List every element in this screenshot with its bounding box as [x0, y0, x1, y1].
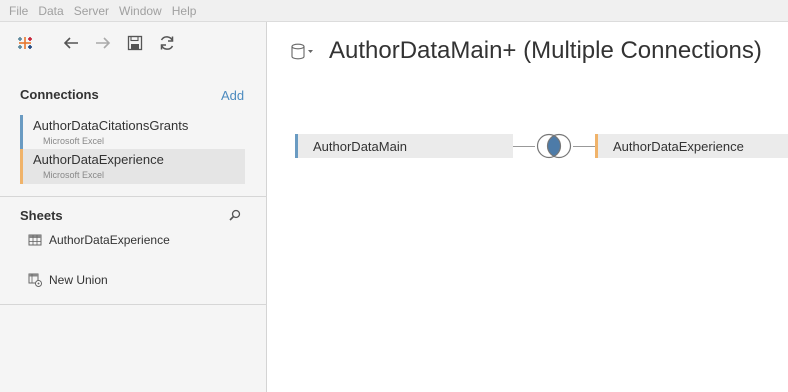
divider: [0, 304, 267, 305]
table-label: AuthorDataExperience: [613, 139, 744, 154]
union-icon: [28, 273, 42, 287]
table-color-bar: [295, 134, 298, 158]
connection-type: Microsoft Excel: [43, 136, 105, 146]
sheet-label: AuthorDataExperience: [49, 233, 170, 247]
back-arrow-icon[interactable]: [60, 32, 82, 54]
menu-help[interactable]: Help: [167, 0, 202, 22]
sheets-header: Sheets: [20, 208, 63, 223]
new-union-item[interactable]: New Union: [28, 271, 108, 289]
join-connector-line: [513, 146, 535, 147]
refresh-icon[interactable]: [156, 32, 178, 54]
add-connection-link[interactable]: Add: [221, 88, 244, 103]
connection-color-bar: [20, 115, 23, 150]
connection-name: AuthorDataExperience: [33, 152, 164, 167]
menu-window[interactable]: Window: [114, 0, 167, 22]
forward-arrow-icon[interactable]: [92, 32, 114, 54]
connections-header: Connections: [20, 87, 99, 102]
sheet-label: New Union: [49, 273, 108, 287]
search-icon[interactable]: [228, 208, 242, 222]
menu-file[interactable]: File: [4, 0, 33, 22]
tableau-logo-icon[interactable]: [14, 32, 36, 54]
connection-color-bar: [20, 149, 23, 184]
right-table-pill[interactable]: AuthorDataExperience: [595, 134, 788, 158]
menu-bar: File Data Server Window Help: [0, 0, 788, 22]
database-dropdown-icon[interactable]: [290, 42, 316, 62]
left-table-pill[interactable]: AuthorDataMain: [295, 134, 513, 158]
sheet-item[interactable]: AuthorDataExperience: [28, 231, 170, 249]
sheet-table-icon: [28, 233, 42, 247]
connection-item-selected[interactable]: AuthorDataExperience Microsoft Excel: [20, 149, 245, 184]
table-label: AuthorDataMain: [313, 139, 407, 154]
divider: [0, 196, 267, 197]
connection-name: AuthorDataCitationsGrants: [33, 118, 189, 133]
save-icon[interactable]: [124, 32, 146, 54]
connection-type: Microsoft Excel: [43, 170, 105, 180]
data-source-pane: Connections Add AuthorDataCitationsGrant…: [0, 22, 267, 392]
menu-data[interactable]: Data: [33, 0, 68, 22]
join-connector-line: [573, 146, 595, 147]
connection-item[interactable]: AuthorDataCitationsGrants Microsoft Exce…: [20, 115, 245, 150]
toolbar: [0, 22, 267, 64]
inner-join-icon[interactable]: [533, 132, 575, 160]
menu-server[interactable]: Server: [69, 0, 114, 22]
data-source-canvas: AuthorDataMain+ (Multiple Connections) A…: [268, 22, 788, 392]
table-color-bar: [595, 134, 598, 158]
data-source-title[interactable]: AuthorDataMain+ (Multiple Connections): [329, 37, 762, 65]
